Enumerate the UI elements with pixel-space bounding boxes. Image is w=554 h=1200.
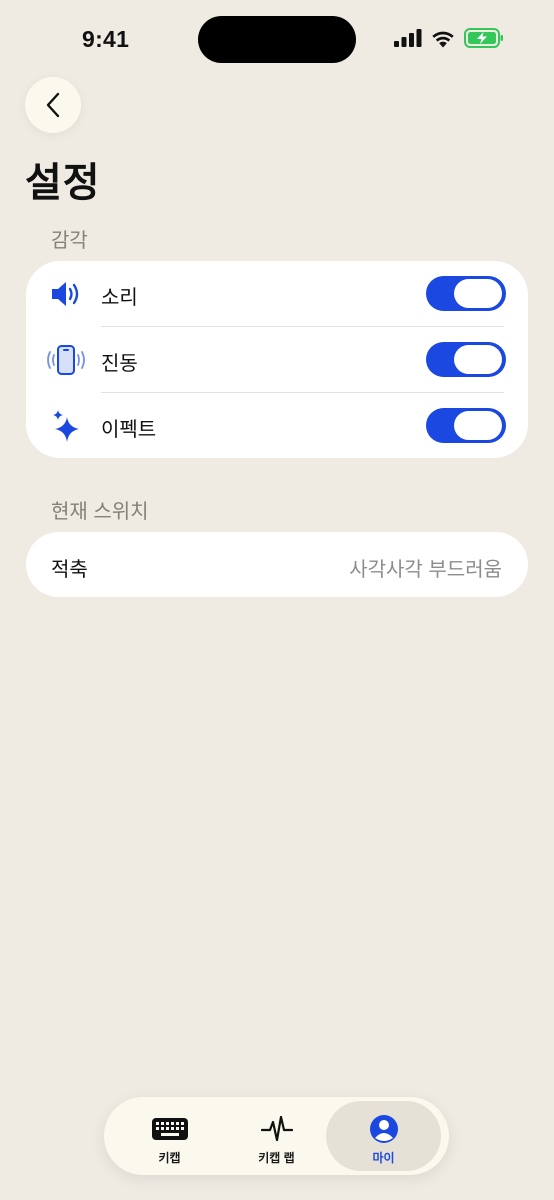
tab-my[interactable]: 마이	[326, 1101, 441, 1171]
speaker-icon	[44, 261, 88, 326]
section-label-sense: 감각	[51, 230, 88, 252]
setting-label-sound: 소리	[101, 287, 138, 309]
setting-row-effect: 이펙트	[26, 393, 528, 458]
setting-row-sound: 소리	[26, 261, 528, 326]
switch-name: 적축	[51, 559, 88, 581]
section-label-current-switch: 현재 스위치	[51, 501, 149, 523]
phone-vibrate-icon	[44, 327, 88, 392]
vibration-toggle[interactable]	[426, 342, 506, 377]
wifi-icon	[432, 31, 454, 47]
tab-bar: 키캡 키캡 랩 마이	[104, 1097, 449, 1175]
sense-settings-card: 소리 진동 이펙트	[26, 261, 528, 458]
tab-label: 마이	[372, 1151, 395, 1165]
effect-toggle[interactable]	[426, 408, 506, 443]
current-switch-card[interactable]: 적축 사각사각 부드러움	[26, 532, 528, 597]
keyboard-icon	[112, 1113, 227, 1145]
back-button[interactable]	[25, 77, 81, 133]
tab-keycap[interactable]: 키캡	[112, 1101, 227, 1171]
setting-label-effect: 이펙트	[101, 419, 157, 441]
profile-icon	[326, 1113, 441, 1145]
battery-charging-icon	[464, 28, 503, 48]
sound-toggle[interactable]	[426, 276, 506, 311]
switch-description: 사각사각 부드러움	[349, 559, 502, 581]
toggle-knob	[454, 279, 502, 308]
status-icons	[394, 28, 504, 48]
chevron-left-icon	[46, 92, 60, 118]
signal-icon	[394, 29, 422, 47]
toggle-knob	[454, 411, 502, 440]
dynamic-island	[198, 16, 356, 63]
setting-row-vibration: 진동	[26, 327, 528, 392]
toggle-knob	[454, 345, 502, 374]
sparkles-icon	[44, 393, 88, 458]
tab-label: 키캡 랩	[258, 1151, 295, 1165]
status-bar: 9:41	[0, 0, 554, 80]
status-time: 9:41	[82, 26, 130, 52]
setting-label-vibration: 진동	[101, 353, 138, 375]
tab-label: 키캡	[158, 1151, 181, 1165]
page-title: 설정	[25, 161, 101, 205]
tab-keycap-lab[interactable]: 키캡 랩	[219, 1101, 334, 1171]
waveform-icon	[219, 1113, 334, 1145]
